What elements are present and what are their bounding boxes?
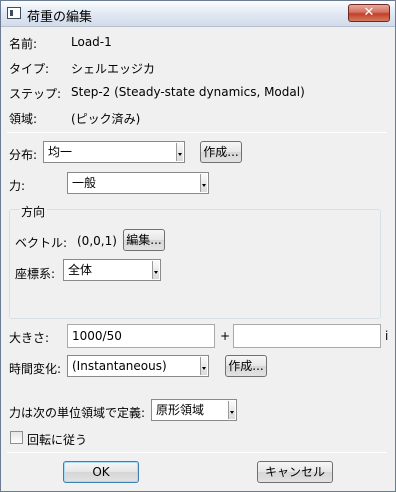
time-variation-select-value: (Instantaneous) [72,359,167,373]
window-icon [7,7,21,19]
follow-rotation-label: 回転に従う [27,433,88,447]
time-variation-label: 時間変化: [9,362,62,376]
name-label: 名前: [9,37,38,51]
follow-rotation-checkbox[interactable] [10,431,23,444]
title-bar: 荷重の編集 ✕ [1,1,395,27]
distribution-select-value: 均一 [48,145,73,159]
chevron-down-icon [200,357,207,375]
type-label: タイプ: [9,62,50,76]
csys-label: 座標系: [15,267,56,281]
region-label: 領域: [9,112,38,126]
dialog-title: 荷重の編集 [27,10,93,25]
force-label: 力: [9,179,26,193]
distribution-create-button[interactable]: 作成... [200,141,242,163]
chevron-down-icon [176,143,183,161]
csys-select[interactable]: 全体 [63,259,161,281]
vector-label: ベクトル: [15,236,68,250]
defined-per-select[interactable]: 原形領域 [151,399,237,421]
region-value: (ピック済み) [71,112,141,126]
distribution-select[interactable]: 均一 [43,141,185,163]
imag-unit: i [385,329,389,343]
cancel-button[interactable]: キャンセル [257,461,333,483]
close-button[interactable]: ✕ [348,4,390,22]
ok-button[interactable]: OK [63,461,139,483]
separator [7,452,387,453]
vector-edit-button[interactable]: 編集... [123,229,165,251]
time-variation-create-button[interactable]: 作成... [225,355,267,377]
vector-value: (0,0,1) [77,234,117,248]
magnitude-label: 大きさ: [9,331,50,345]
direction-group-title: 方向 [19,203,48,220]
type-value: シェルエッジカ [71,62,156,76]
csys-select-value: 全体 [68,263,93,277]
distribution-label: 分布: [9,148,38,162]
chevron-down-icon [152,261,159,279]
magnitude-real-input[interactable]: 1000/50 [67,324,215,348]
defined-per-select-value: 原形領域 [156,403,205,417]
edit-load-dialog: 荷重の編集 ✕ 名前: Load-1 タイプ: シェルエッジカ ステップ: St… [0,0,396,492]
separator [7,132,387,133]
time-variation-select[interactable]: (Instantaneous) [67,355,209,377]
step-value: Step-2 (Steady-state dynamics, Modal) [71,85,305,99]
magnitude-imag-input[interactable] [233,324,381,348]
chevron-down-icon [200,174,207,192]
force-select[interactable]: 一般 [67,172,209,194]
name-value: Load-1 [71,35,112,49]
chevron-down-icon [228,401,235,419]
force-select-value: 一般 [72,176,97,190]
step-label: ステップ: [9,87,62,101]
defined-per-label: 力は次の単位領域で定義: [9,406,146,420]
plus-sign: + [220,329,231,343]
